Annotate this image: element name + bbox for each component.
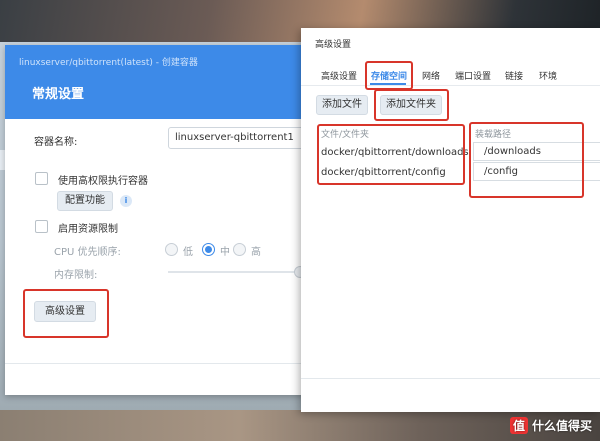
add-file-button[interactable]: 添加文件 [316,95,368,115]
cpu-high-label: 高 [251,247,261,258]
resource-limit-checkbox[interactable] [35,220,48,233]
high-privilege-label: 使用高权限执行容器 [58,176,148,187]
watermark-text: 什么值得买 [531,419,592,433]
highlight-folder-column [317,124,465,185]
cpu-priority-label: CPU 优先顺序: [54,247,121,258]
memory-slider-track [168,271,298,273]
info-icon[interactable]: i [120,195,132,207]
tab-network[interactable]: 网络 [422,69,440,82]
watermark-logo-icon: 值 [509,417,528,434]
watermark: 值什么值得买 [509,417,592,434]
cpu-high-radio[interactable] [233,243,246,256]
configure-button[interactable]: 配置功能 [57,191,113,211]
highlight-storage-tab [365,61,413,90]
footer-divider [5,363,305,364]
tab-links[interactable]: 链接 [505,69,523,82]
highlight-mount-column [469,122,584,198]
memory-limit-label: 内存限制: [54,270,98,281]
highlight-advanced-button [23,289,109,338]
dialog-footer-divider [301,378,600,379]
tab-bar-divider [301,85,600,86]
highlight-add-folder-button [374,89,449,121]
high-privilege-checkbox[interactable] [35,172,48,185]
resource-limit-label: 启用资源限制 [58,224,118,235]
page-title: 常规设置 [32,87,85,102]
create-container-window: linuxserver/qbittorrent(latest) - 创建容器 常… [5,45,306,395]
dialog-title: 高级设置 [315,40,352,50]
cpu-medium-label: 中 [220,247,230,258]
container-name-input[interactable]: linuxserver-qbittorrent1 [168,127,305,149]
container-name-label: 容器名称: [34,137,78,148]
tab-port-settings[interactable]: 端口设置 [455,69,491,82]
tab-advanced[interactable]: 高级设置 [321,69,357,82]
window-title: linuxserver/qbittorrent(latest) - 创建容器 [19,58,198,68]
cpu-low-radio[interactable] [165,243,178,256]
window-header: linuxserver/qbittorrent(latest) - 创建容器 常… [5,45,305,119]
advanced-settings-dialog: 高级设置 高级设置 存储空间 网络 端口设置 链接 环境 添加文件 添加文件夹 … [301,28,600,412]
cpu-low-label: 低 [183,247,193,258]
cpu-medium-radio[interactable] [202,243,215,256]
tab-environment[interactable]: 环境 [539,69,557,82]
